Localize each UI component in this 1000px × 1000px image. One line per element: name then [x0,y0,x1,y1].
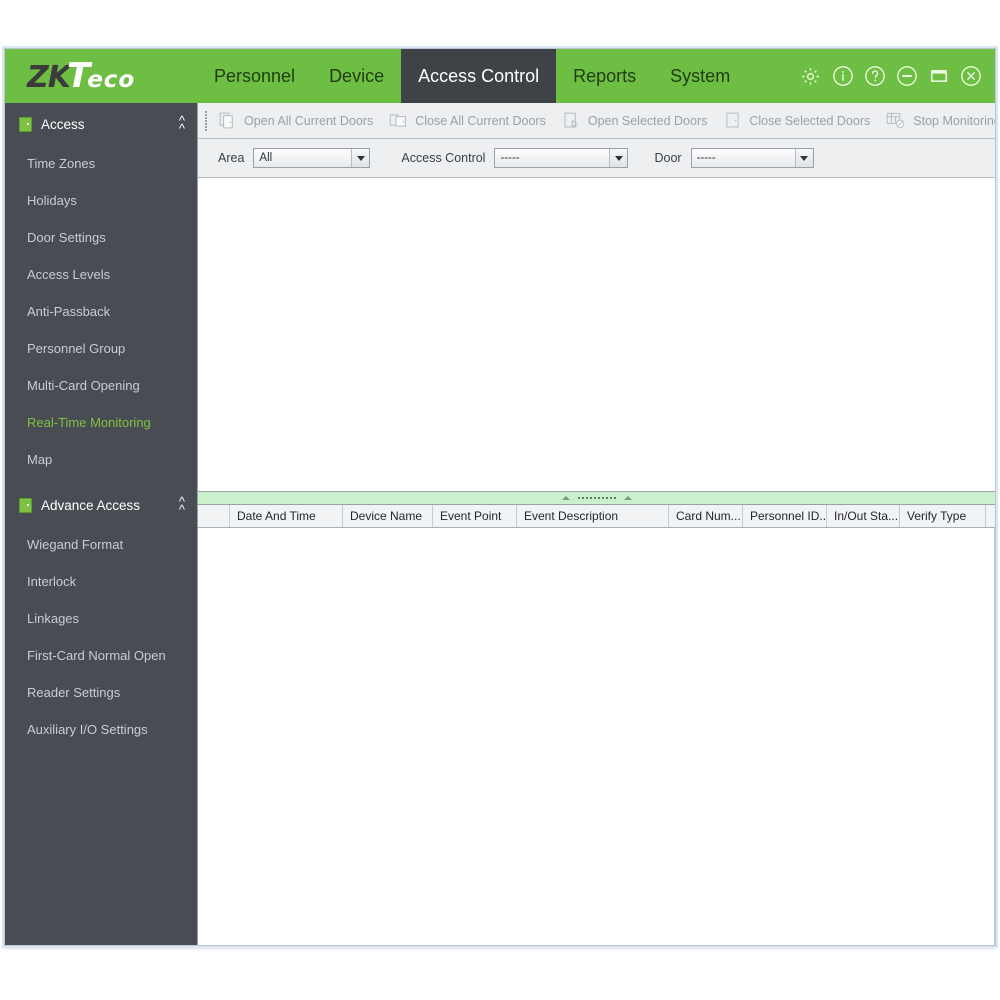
action-toolbar: Open All Current Doors Close All Current… [198,103,995,139]
column-header-verify-type[interactable]: Verify Type [900,505,986,527]
stop-monitoring-label: Stop Monitoring [913,113,995,128]
stop-monitoring-button[interactable]: Stop Monitoring [878,103,995,138]
sidebar-item-reader-settings[interactable]: Reader Settings [5,674,197,711]
sidebar-item-time-zones[interactable]: Time Zones [5,145,197,182]
sidebar-item-interlock[interactable]: Interlock [5,563,197,600]
open-all-current-doors-label: Open All Current Doors [244,113,374,128]
content-area: Open All Current Doors Close All Current… [197,103,995,945]
sidebar-item-multi-card-opening[interactable]: Multi-Card Opening [5,367,197,404]
sidebar-item-access-levels[interactable]: Access Levels [5,256,197,293]
help-icon[interactable] [861,63,888,90]
sidebar-access-items: Time Zones Holidays Door Settings Access… [5,141,197,478]
open-doors-icon [218,111,237,130]
column-header-filler [986,505,995,527]
close-doors-icon [389,111,408,130]
door-select[interactable]: ----- [690,148,814,168]
sidebar-section-access[interactable]: Access ^ ^ [5,107,197,141]
nav-tab-reports[interactable]: Reports [556,49,653,103]
door-monitoring-panel[interactable] [198,178,995,491]
door-label: Door [654,151,682,165]
sidebar-section-advance-access-label: Advance Access [41,497,141,513]
title-bar: ZK T eco Personnel Device Access Control… [5,49,995,103]
window-body: Access ^ ^ Time Zones Holidays Door Setti… [5,103,995,945]
sidebar-item-door-settings[interactable]: Door Settings [5,219,197,256]
panel-splitter[interactable] [198,491,995,504]
open-selected-doors-button[interactable]: Open Selected Doors [554,103,716,138]
logo-text-zk: ZK [27,60,71,95]
column-header-device-name[interactable]: Device Name [343,505,433,527]
sidebar-item-holidays[interactable]: Holidays [5,182,197,219]
access-control-select[interactable]: ----- [494,148,629,168]
column-header-event-point[interactable]: Event Point [433,505,517,527]
area-select[interactable]: All [253,148,371,168]
open-selected-doors-label: Open Selected Doors [587,113,708,128]
nav-tab-device[interactable]: Device [312,49,401,103]
splitter-triangle-right-icon[interactable] [623,496,632,500]
column-header-personnel-id[interactable]: Personnel ID... [743,505,827,527]
close-selected-doors-button[interactable]: Close Selected Doors [715,103,878,138]
sidebar-advance-items: Wiegand Format Interlock Linkages First-… [5,522,197,748]
door-select-value: ----- [696,152,716,164]
close-icon[interactable] [957,63,984,90]
logo-text-eco: eco [87,67,136,93]
main-navigation: Personnel Device Access Control Reports … [197,49,797,103]
sidebar-item-personnel-group[interactable]: Personnel Group [5,330,197,367]
chevron-up-icon[interactable]: ^ ^ [179,114,185,135]
sidebar-section-advance-access[interactable]: Advance Access ^ ^ [5,488,197,522]
close-all-current-doors-button[interactable]: Close All Current Doors [381,103,554,138]
sidebar-item-wiegand-format[interactable]: Wiegand Format [5,526,197,563]
column-header-event-description[interactable]: Event Description [517,505,669,527]
area-select-value: All [259,152,273,164]
sidebar-section-access-label: Access [41,116,85,132]
sidebar-item-real-time-monitoring[interactable]: Real-Time Monitoring [5,404,197,441]
nav-tab-access-control[interactable]: Access Control [401,49,557,103]
door-icon [19,116,32,132]
sidebar: Access ^ ^ Time Zones Holidays Door Setti… [5,103,197,945]
nav-tab-personnel[interactable]: Personnel [197,49,312,103]
minimize-icon[interactable] [893,63,920,90]
nav-tab-system[interactable]: System [653,49,747,103]
column-header-in-out-status[interactable]: In/Out Sta... [827,505,900,527]
open-selected-door-icon [562,111,581,130]
close-selected-doors-label: Close Selected Doors [749,113,871,128]
window-controls [797,49,995,103]
sidebar-item-anti-passback[interactable]: Anti-Passback [5,293,197,330]
sidebar-item-linkages[interactable]: Linkages [5,600,197,637]
close-selected-door-icon [723,111,742,130]
chevron-down-icon[interactable] [609,149,628,167]
sidebar-item-first-card-normal-open[interactable]: First-Card Normal Open [5,637,197,674]
event-log-grid: Date And Time Device Name Event Point Ev… [198,504,995,945]
settings-gear-icon[interactable] [797,63,824,90]
area-label: Area [218,151,245,165]
open-all-current-doors-button[interactable]: Open All Current Doors [210,103,381,138]
chevron-down-icon[interactable] [794,149,813,167]
column-header-card-number[interactable]: Card Num... [669,505,743,527]
close-all-current-doors-label: Close All Current Doors [415,113,546,128]
sidebar-item-map[interactable]: Map [5,441,197,478]
maximize-icon[interactable] [925,63,952,90]
splitter-grip-dots [577,497,616,499]
event-log-body[interactable] [198,528,995,945]
column-header-date-and-time[interactable]: Date And Time [230,505,343,527]
toolbar-drag-handle[interactable] [202,109,207,133]
info-icon[interactable] [829,63,856,90]
event-log-header-row: Date And Time Device Name Event Point Ev… [198,505,995,528]
splitter-triangle-left-icon[interactable] [561,496,570,500]
logo-text-t: T [67,56,90,96]
brand-logo: ZK T eco [5,49,197,103]
application-window: ZK T eco Personnel Device Access Control… [4,48,996,946]
advance-access-icon [19,497,32,513]
chevron-down-icon[interactable] [351,149,370,167]
column-header-select[interactable] [198,505,230,527]
filter-bar: Area All Access Control ----- Door ----- [198,139,995,178]
access-control-label: Access Control [401,151,486,165]
sidebar-item-auxiliary-io-settings[interactable]: Auxiliary I/O Settings [5,711,197,748]
access-control-select-value: ----- [500,152,520,164]
chevron-up-icon[interactable]: ^ ^ [179,495,185,516]
stop-monitoring-icon [886,111,906,130]
